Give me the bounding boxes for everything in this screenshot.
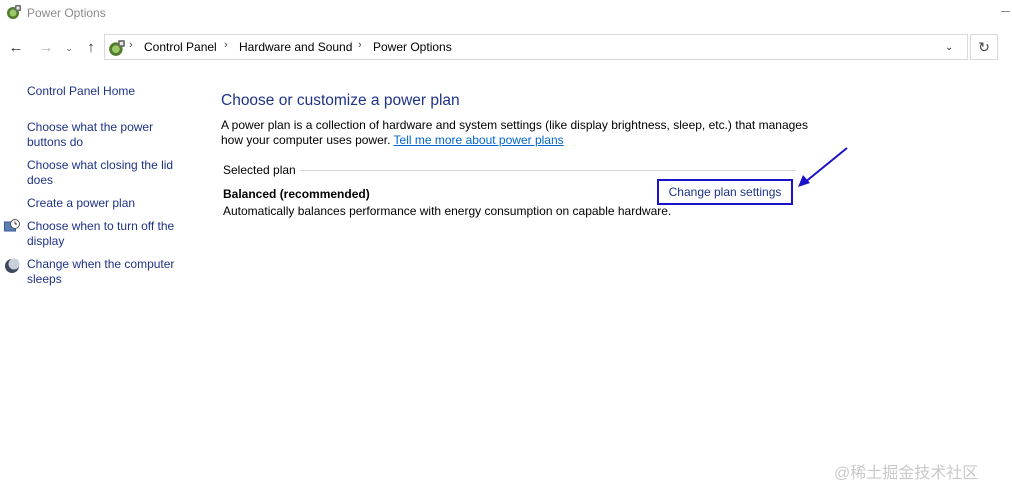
power-options-icon: [109, 40, 125, 56]
navigation-bar: ← → ⌄ ↑ › Control Panel › Hardware and S…: [0, 30, 1012, 66]
breadcrumb-separator-icon[interactable]: ›: [358, 39, 362, 51]
refresh-icon[interactable]: ↻: [970, 34, 998, 60]
sidebar-item-create-plan[interactable]: Create a power plan: [27, 196, 192, 211]
breadcrumb-control-panel[interactable]: Control Panel: [144, 40, 217, 54]
breadcrumb-separator-icon[interactable]: ›: [129, 39, 133, 51]
forward-arrow-icon[interactable]: →: [37, 39, 55, 57]
back-arrow-icon[interactable]: ←: [7, 39, 25, 57]
plan-name: Balanced (recommended): [223, 187, 370, 201]
selected-plan-label: Selected plan: [223, 163, 296, 177]
watermark: @稀土掘金技术社区: [834, 465, 979, 482]
minimize-button[interactable]: [999, 3, 1011, 17]
page-title: Choose or customize a power plan: [221, 92, 460, 109]
change-plan-settings-link[interactable]: Change plan settings: [657, 179, 793, 205]
window-title: Power Options: [27, 6, 106, 20]
breadcrumb-separator-icon[interactable]: ›: [224, 39, 228, 51]
breadcrumb-hardware-and-sound[interactable]: Hardware and Sound: [239, 40, 352, 54]
learn-more-link[interactable]: Tell me more about power plans: [394, 133, 564, 147]
plan-description: Automatically balances performance with …: [223, 204, 672, 218]
sidebar-item-closing-lid[interactable]: Choose what closing the lid does: [27, 158, 192, 188]
title-bar: Power Options: [0, 0, 1012, 26]
sidebar-item-turn-off-display[interactable]: Choose when to turn off the display: [27, 219, 192, 249]
moon-icon: [5, 258, 20, 273]
chevron-down-icon[interactable]: ⌄: [62, 39, 76, 57]
power-options-icon: [7, 5, 21, 19]
sidebar-item-computer-sleeps[interactable]: Change when the computer sleeps: [27, 257, 192, 287]
page-description: A power plan is a collection of hardware…: [221, 118, 811, 148]
sidebar-item-control-panel-home[interactable]: Control Panel Home: [27, 84, 192, 99]
display-clock-icon: [4, 219, 20, 232]
section-divider: [300, 170, 796, 171]
sidebar-item-power-buttons[interactable]: Choose what the power buttons do: [27, 120, 192, 150]
annotation-arrow-icon: [798, 147, 848, 187]
breadcrumb-power-options[interactable]: Power Options: [373, 40, 452, 54]
address-bar[interactable]: › Control Panel › Hardware and Sound › P…: [104, 34, 968, 60]
address-dropdown-icon[interactable]: ⌄: [945, 42, 957, 54]
up-arrow-icon[interactable]: ↑: [82, 39, 100, 57]
